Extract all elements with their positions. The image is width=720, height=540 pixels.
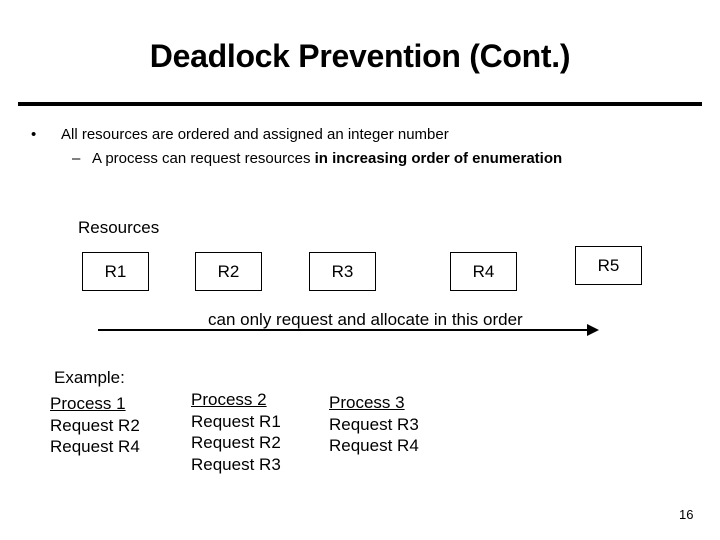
process-3: Process 3 Request R3 Request R4 — [329, 392, 419, 457]
process-request: Request R3 — [329, 414, 419, 434]
resource-box-r3: R3 — [309, 252, 376, 291]
resource-box-r1: R1 — [82, 252, 149, 291]
resource-box-r5: R5 — [575, 246, 642, 285]
process-1: Process 1 Request R2 Request R4 — [50, 393, 140, 458]
sub-bullet-plain: A process can request resources — [92, 150, 315, 167]
bullet-text: All resources are ordered and assigned a… — [61, 126, 449, 143]
order-arrow-label: can only request and allocate in this or… — [208, 310, 523, 329]
process-2: Process 2 Request R1 Request R2 Request … — [191, 389, 281, 475]
slide-title: Deadlock Prevention (Cont.) — [149, 38, 571, 74]
order-arrow-line — [98, 329, 588, 331]
title-divider — [18, 102, 702, 106]
process-request: Request R2 — [191, 433, 281, 452]
sub-bullet-bold: in increasing order of enumeration — [314, 150, 563, 167]
example-label: Example: — [54, 368, 125, 387]
process-request: Request R3 — [191, 454, 281, 474]
resource-box-r2: R2 — [195, 252, 262, 291]
page-number: 16 — [679, 507, 694, 522]
process-name: Process 3 — [329, 393, 405, 412]
sub-bullet-text: A process can request resources in incre… — [92, 150, 562, 167]
sub-bullet-marker: – — [72, 150, 81, 167]
process-request: Request R2 — [50, 415, 140, 435]
bullet-marker: • — [31, 126, 37, 143]
resource-box-r4: R4 — [450, 252, 517, 291]
process-request: Request R1 — [191, 411, 281, 431]
process-name: Process 2 — [191, 390, 267, 409]
arrow-head-icon — [587, 324, 599, 336]
resources-label: Resources — [78, 218, 160, 237]
process-name: Process 1 — [50, 394, 126, 413]
process-request: Request R4 — [50, 437, 140, 456]
process-request: Request R4 — [329, 436, 419, 455]
